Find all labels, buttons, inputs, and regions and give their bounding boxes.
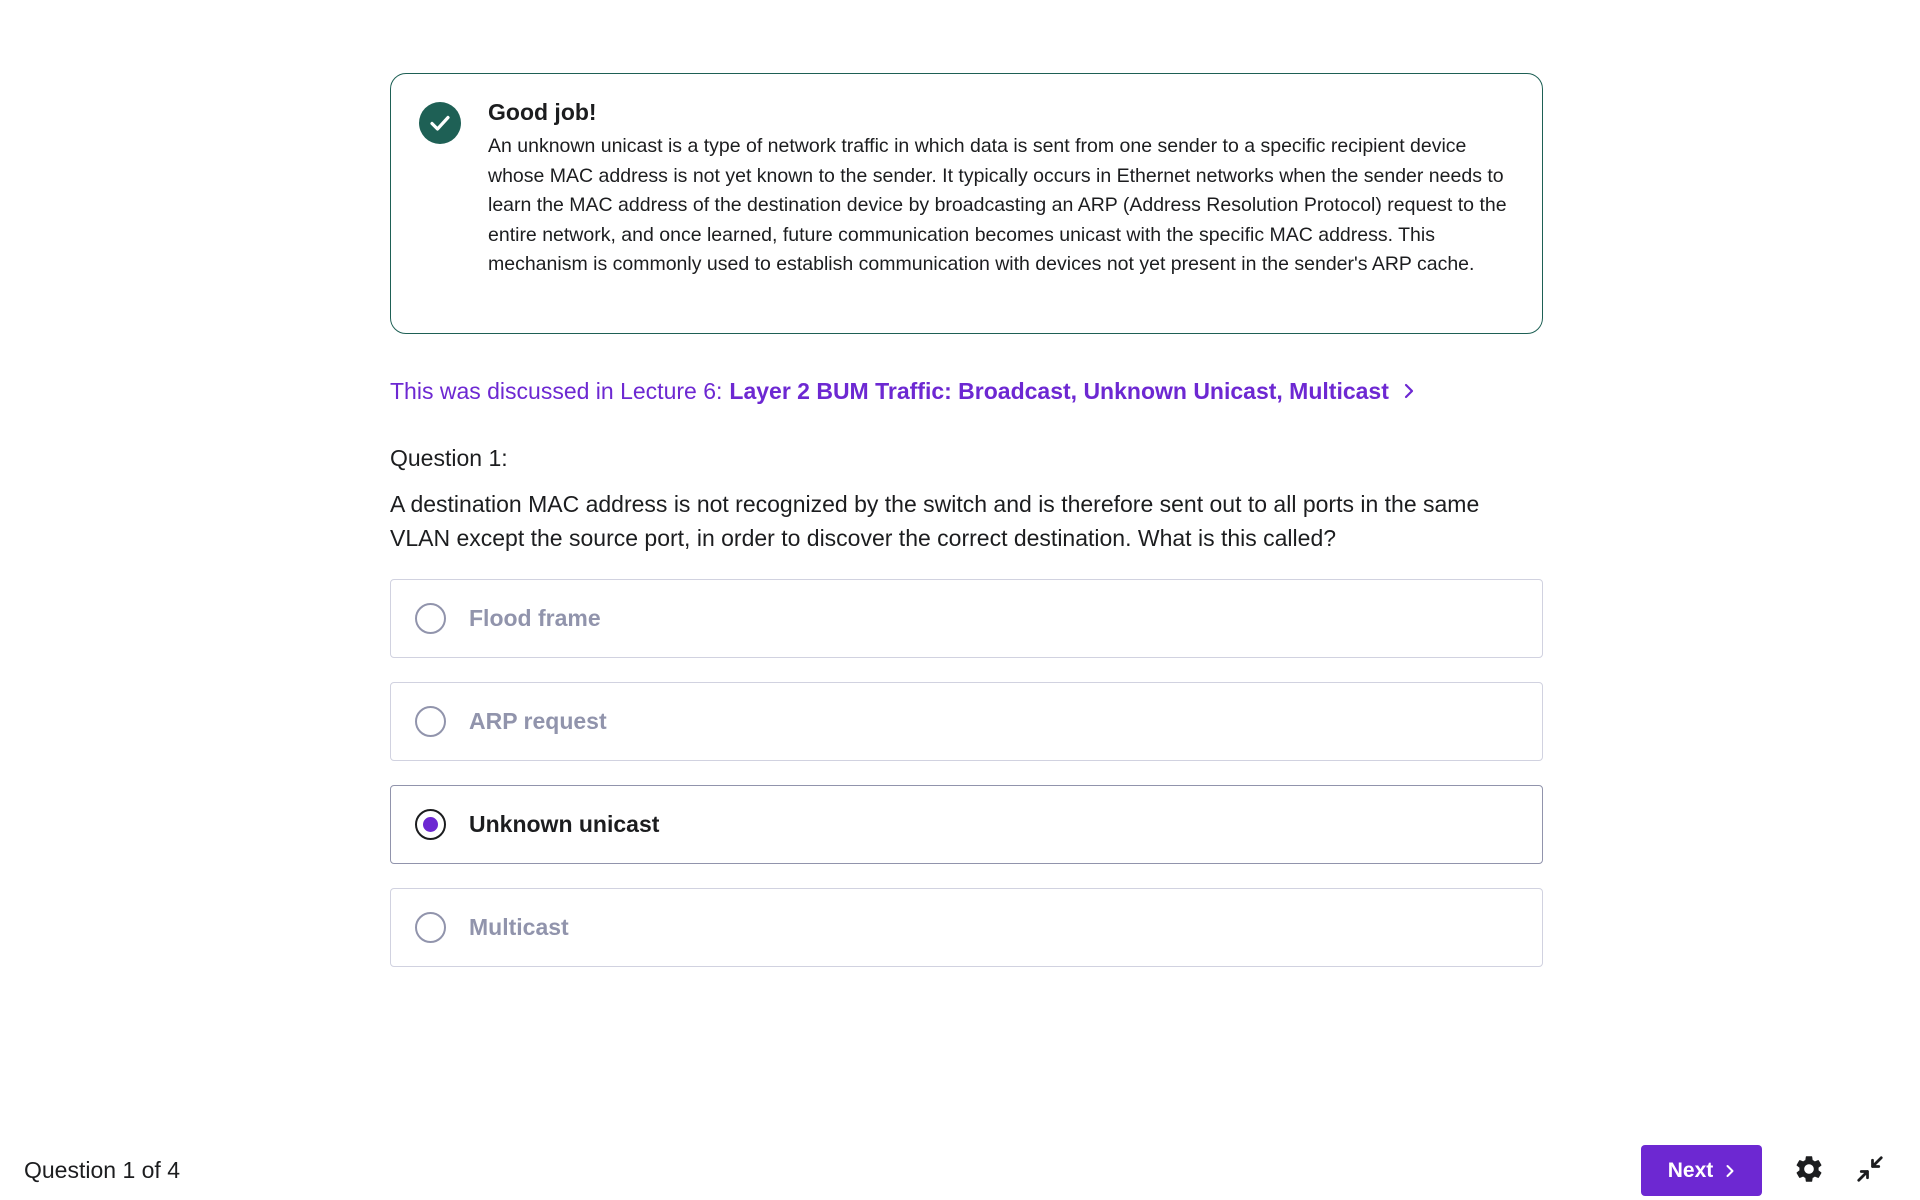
settings-button[interactable]: [1790, 1152, 1828, 1190]
question-progress: Question 1 of 4: [24, 1157, 180, 1183]
lecture-link-title: Layer 2 BUM Traffic: Broadcast, Unknown …: [729, 377, 1389, 404]
gear-icon: [1793, 1153, 1825, 1190]
next-button[interactable]: Next: [1641, 1145, 1762, 1196]
answer-options: Flood frame ARP request Unknown unicast …: [390, 579, 1543, 967]
feedback-alert: Good job! An unknown unicast is a type o…: [390, 73, 1543, 334]
feedback-title: Good job!: [488, 99, 597, 125]
collapse-arrows-icon: [1855, 1154, 1885, 1189]
lecture-link[interactable]: This was discussed in Lecture 6: Layer 2…: [390, 374, 1543, 408]
question-prompt: A destination MAC address is not recogni…: [390, 491, 1480, 551]
feedback-explanation: An unknown unicast is a type of network …: [488, 135, 1507, 276]
radio-button-selected[interactable]: [415, 809, 446, 840]
answer-option-arp-request[interactable]: ARP request: [390, 682, 1543, 761]
radio-button[interactable]: [415, 603, 446, 634]
radio-selected-dot: [423, 817, 438, 832]
next-button-label: Next: [1667, 1158, 1714, 1182]
answer-option-multicast[interactable]: Multicast: [390, 888, 1543, 967]
quiz-content: Good job! An unknown unicast is a type o…: [390, 73, 1543, 991]
answer-option-unknown-unicast[interactable]: Unknown unicast: [390, 785, 1543, 864]
exit-fullscreen-button[interactable]: [1851, 1152, 1889, 1190]
radio-button[interactable]: [415, 912, 446, 943]
answer-option-label: Flood frame: [469, 605, 601, 631]
chevron-right-icon: [1403, 383, 1415, 399]
chevron-right-icon: [1725, 1164, 1735, 1178]
question-number: Question 1:: [390, 445, 508, 471]
answer-option-label: Multicast: [469, 914, 569, 940]
check-circle-icon: [419, 102, 461, 144]
answer-option-label: ARP request: [469, 708, 607, 734]
answer-option-label: Unknown unicast: [469, 811, 660, 837]
answer-option-flood-frame[interactable]: Flood frame: [390, 579, 1543, 658]
radio-button[interactable]: [415, 706, 446, 737]
lecture-link-prefix: This was discussed in Lecture 6:: [390, 377, 723, 404]
